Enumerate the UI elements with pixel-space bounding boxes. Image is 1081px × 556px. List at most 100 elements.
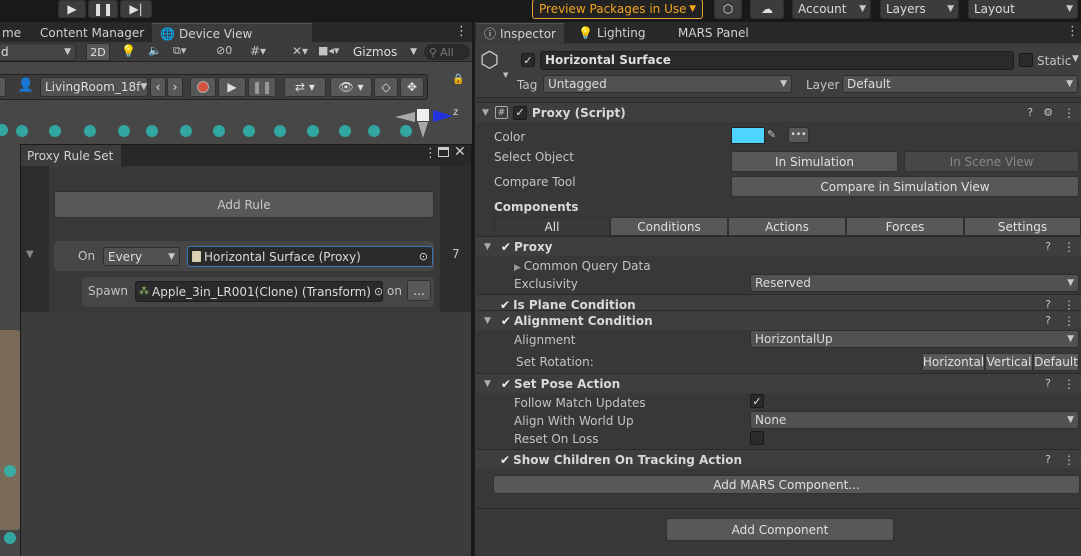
follow-match-checkbox[interactable]: ✓ — [750, 394, 764, 408]
effects-toggle-icon[interactable]: ⧉▾ — [173, 44, 186, 58]
proxy-target-field[interactable]: Horizontal Surface (Proxy) ⊙ — [187, 246, 433, 267]
lighting-toggle-icon[interactable]: 💡 — [121, 44, 136, 58]
tab-all[interactable]: All — [494, 217, 610, 236]
object-picker-icon[interactable]: ⊙ — [419, 250, 428, 263]
rotation-horizontal-button[interactable]: Horizontal — [922, 353, 985, 371]
tab-forces[interactable]: Forces — [846, 217, 964, 236]
tag-dropdown[interactable]: Untagged ▼ — [543, 75, 792, 93]
color-swatch[interactable] — [731, 127, 765, 144]
help-icon[interactable]: ? — [1045, 314, 1051, 327]
sim-button[interactable] — [0, 77, 6, 97]
alignment-dropdown[interactable]: HorizontalUp ▼ — [750, 330, 1079, 348]
show-children-header[interactable]: ✔ Show Children On Tracking Action ? ⋮ — [476, 449, 1081, 469]
help-icon[interactable]: ? — [1045, 240, 1051, 253]
add-mars-component-button[interactable]: Add MARS Component... — [493, 475, 1080, 494]
environment-dropdown[interactable]: LivingRoom_18f ▼ — [40, 77, 148, 97]
grid-toggle-icon[interactable]: #▾ — [250, 44, 266, 58]
play-button[interactable]: ▶ — [58, 0, 86, 18]
add-rule-button[interactable]: Add Rule — [54, 191, 434, 218]
help-icon[interactable]: ? — [1045, 453, 1051, 466]
in-simulation-button[interactable]: In Simulation — [731, 151, 898, 172]
color-options-button[interactable]: ••• — [788, 127, 809, 143]
tab-lighting[interactable]: 💡 Lighting — [570, 23, 653, 43]
common-query-foldout[interactable]: ▶ Common Query Data — [514, 259, 651, 273]
exclusivity-dropdown[interactable]: Reserved ▼ — [750, 274, 1079, 292]
layer-dropdown[interactable]: Default ▼ — [842, 75, 1078, 93]
lock-icon[interactable]: 🔒 — [452, 74, 464, 85]
gizmos-dropdown[interactable]: Gizmos ▼ — [349, 43, 421, 61]
compare-simulation-button[interactable]: Compare in Simulation View — [731, 176, 1079, 197]
shading-dropdown[interactable]: d ▼ — [0, 43, 76, 61]
camera-icon[interactable]: ■◂▾ — [318, 44, 339, 57]
more-options-icon[interactable]: ⋮ — [1066, 24, 1079, 39]
visibility-toggle-icon[interactable]: ⊘0 — [216, 44, 232, 57]
layout-dropdown[interactable]: Layout ▼ — [968, 0, 1078, 19]
tab-content-manager[interactable]: Content Manager — [32, 23, 152, 43]
settings-icon[interactable]: ⚙ — [1043, 106, 1053, 119]
orientation-gizmo[interactable]: z — [390, 100, 470, 140]
help-icon[interactable]: ? — [1027, 106, 1033, 119]
next-environment-button[interactable]: › — [167, 77, 183, 97]
mode-2d-button[interactable]: 2D — [86, 43, 110, 61]
tab-mars-panel[interactable]: MARS Panel — [670, 23, 757, 43]
rotation-default-button[interactable]: Default — [1033, 353, 1079, 371]
tab-device-view[interactable]: 🌐 Device View — [152, 23, 312, 43]
more-options-icon[interactable]: ⋮ — [1063, 377, 1075, 391]
proxy-script-header[interactable]: ▼ # ✓ Proxy (Script) ? ⚙ ⋮ — [476, 102, 1081, 122]
sim-pause-button[interactable]: ❚❚ — [248, 77, 276, 97]
tab-conditions[interactable]: Conditions — [610, 217, 728, 236]
tab-actions[interactable]: Actions — [728, 217, 846, 236]
visibility-button[interactable]: 👁 ▾ — [330, 77, 372, 97]
layers-dropdown[interactable]: Layers ▼ — [880, 0, 959, 19]
help-icon[interactable]: ? — [1045, 377, 1051, 390]
static-checkbox[interactable] — [1019, 53, 1033, 67]
script-enabled-checkbox[interactable]: ✓ — [512, 105, 527, 120]
package-icon-button[interactable]: ⬡ — [714, 0, 742, 19]
tools-icon[interactable]: ✕▾ — [292, 44, 308, 58]
preview-packages-button[interactable]: Preview Packages in Use ▼ — [532, 0, 703, 19]
maximize-icon[interactable] — [438, 147, 449, 157]
align-world-up-dropdown[interactable]: None ▼ — [750, 411, 1079, 429]
prev-environment-button[interactable]: ‹ — [150, 77, 166, 97]
set-pose-header[interactable]: ▼ ✔ Set Pose Action ? ⋮ — [476, 373, 1081, 393]
step-button[interactable]: ▶| — [120, 0, 152, 18]
add-component-button[interactable]: Add Component — [666, 518, 894, 541]
reset-on-loss-checkbox[interactable] — [750, 431, 764, 445]
in-scene-view-button[interactable]: In Scene View — [904, 151, 1079, 172]
move-button[interactable]: ✥ — [400, 77, 424, 97]
spawn-target-field[interactable]: ⁂ Apple_3in_LR001(Clone) (Transform) ⊙ — [135, 281, 383, 302]
static-dropdown-icon[interactable]: ▼ — [1072, 54, 1079, 64]
alignment-header[interactable]: ▼ ✔ Alignment Condition ? ⋮ — [476, 310, 1081, 330]
spawn-options-button[interactable]: ... — [407, 280, 431, 301]
cube-icon[interactable]: ⬡ — [480, 50, 499, 72]
sync-button[interactable]: ⇄ ▾ — [284, 77, 326, 97]
compare-button[interactable]: ◇ — [374, 77, 398, 97]
more-options-icon[interactable]: ⋮ — [1063, 106, 1075, 120]
close-icon[interactable]: ✕ — [454, 144, 466, 160]
user-icon[interactable]: 👤 — [14, 78, 38, 98]
more-options-icon[interactable]: ⋮ — [1063, 453, 1075, 467]
sim-play-button[interactable]: ▶ — [218, 77, 246, 97]
proxy-rule-set-tab[interactable]: Proxy Rule Set — [21, 145, 121, 167]
audio-toggle-icon[interactable]: 🔈 — [148, 44, 162, 57]
chevron-down-icon[interactable]: ▼ — [503, 71, 508, 79]
object-name-field[interactable]: Horizontal Surface — [540, 51, 1014, 70]
rule-expand-icon[interactable]: ▼ — [26, 249, 34, 260]
proxy-section-header[interactable]: ▼ ✔ Proxy ? ⋮ — [476, 236, 1081, 256]
account-dropdown[interactable]: Account ▼ — [792, 0, 871, 19]
tab-partial[interactable]: me — [0, 23, 29, 43]
more-options-icon[interactable]: ⋮ — [455, 24, 468, 39]
record-button[interactable] — [190, 77, 216, 97]
rotation-vertical-button[interactable]: Vertical — [985, 353, 1033, 371]
more-options-icon[interactable]: ⋮ — [1063, 240, 1075, 254]
eyedropper-icon[interactable]: ✎ — [767, 128, 776, 141]
every-dropdown[interactable]: Every ▼ — [103, 247, 180, 266]
tab-inspector[interactable]: ⓘ Inspector — [476, 23, 564, 43]
scene-search-input[interactable]: ⚲ All — [424, 44, 470, 60]
cloud-button[interactable]: ☁ — [750, 0, 784, 19]
window-menu-icon[interactable]: ⋮ — [424, 146, 437, 161]
active-checkbox[interactable]: ✓ — [521, 53, 535, 67]
tab-settings[interactable]: Settings — [964, 217, 1081, 236]
more-options-icon[interactable]: ⋮ — [1063, 314, 1075, 328]
object-picker-icon[interactable]: ⊙ — [374, 285, 382, 298]
